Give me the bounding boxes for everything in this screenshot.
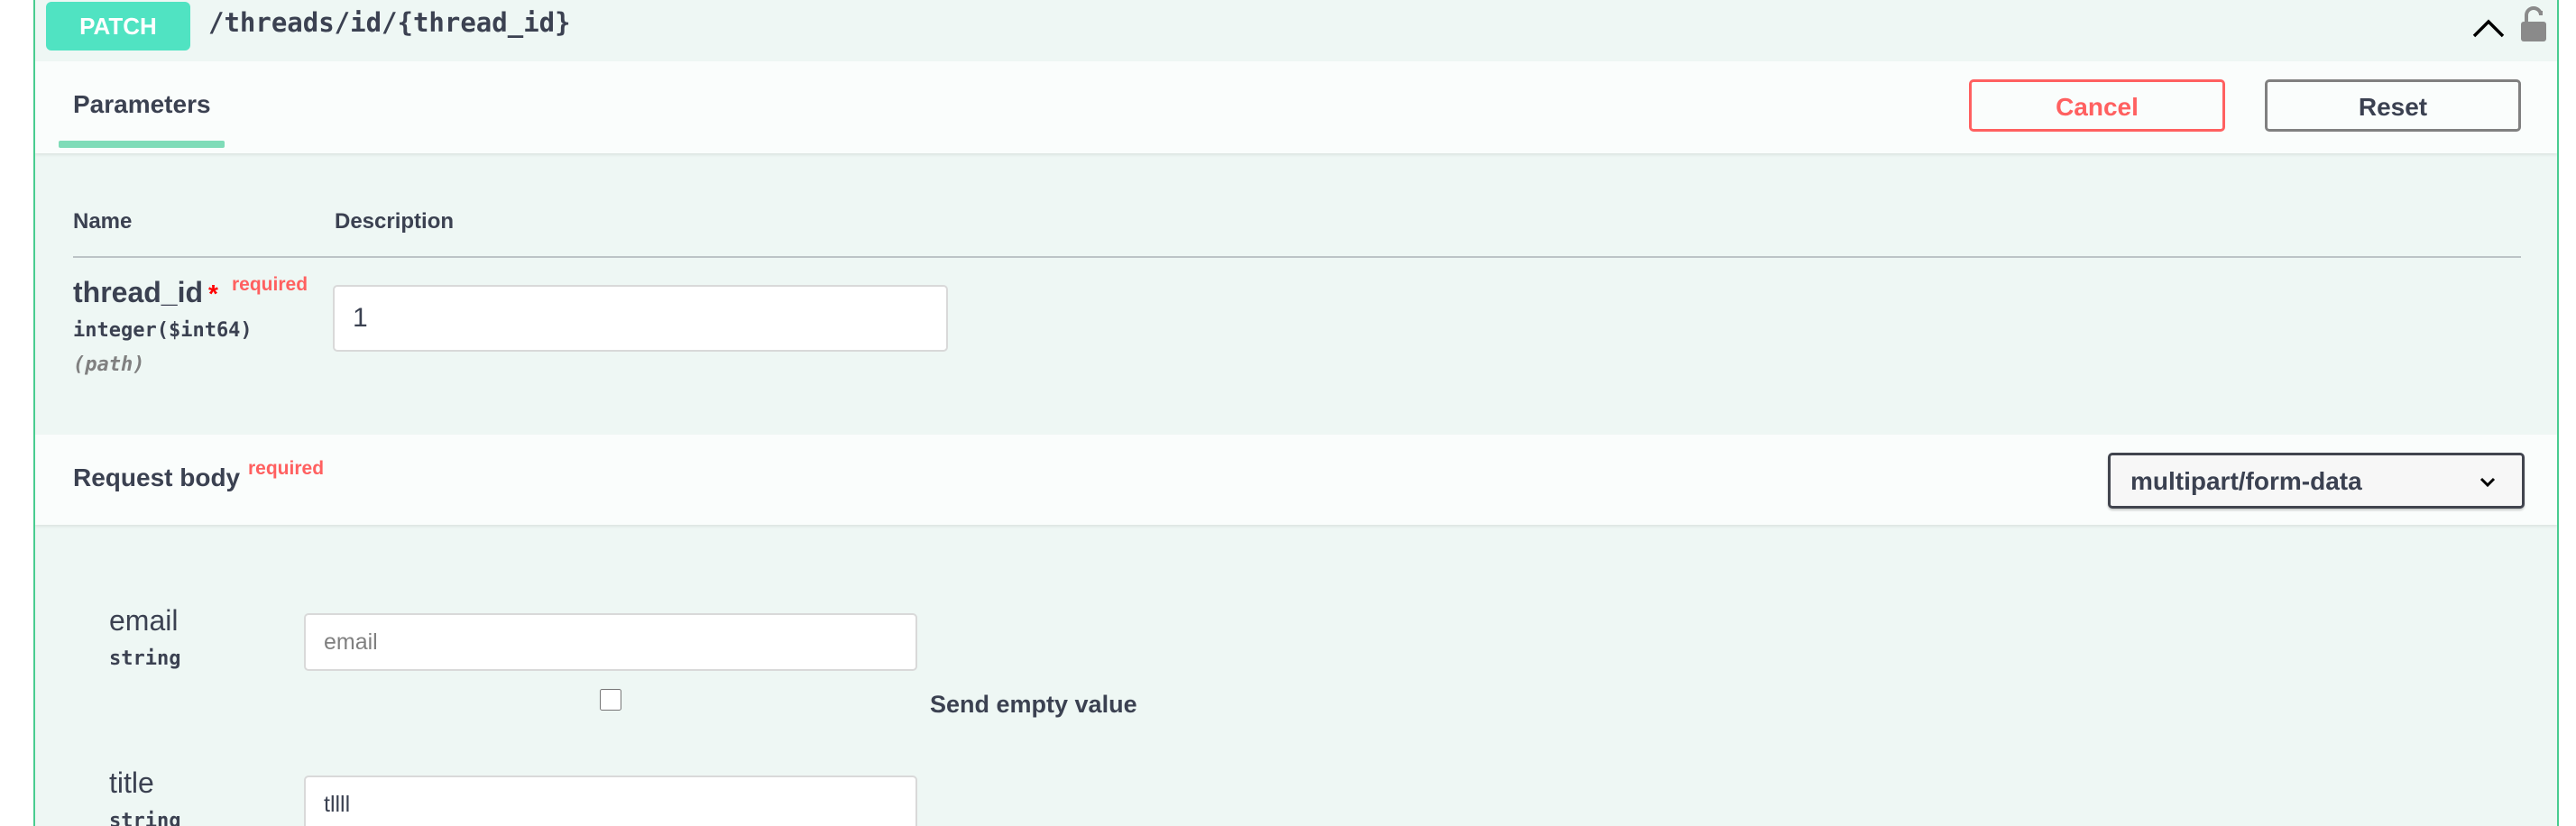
title-field[interactable] [304, 776, 917, 826]
request-body-required-label: required [248, 458, 325, 479]
cancel-button[interactable]: Cancel [1969, 79, 2225, 132]
param-required-label: required [232, 274, 308, 295]
operation-summary[interactable]: PATCH /threads/id/{thread_id} [35, 0, 2557, 63]
param-type: integer($int64) [73, 319, 253, 342]
send-empty-checkbox[interactable] [600, 689, 621, 711]
method-badge: PATCH [46, 2, 190, 50]
reset-button[interactable]: Reset [2265, 79, 2521, 132]
request-body-title: Request body [73, 463, 241, 491]
endpoint-path: /threads/id/{thread_id} [208, 7, 571, 38]
table-divider [73, 256, 2521, 258]
send-empty-label: Send empty value [930, 691, 1137, 718]
field-label-title: title [109, 766, 154, 799]
content-type-select[interactable]: multipart/form-data [2108, 453, 2525, 509]
chevron-down-icon [2479, 477, 2496, 488]
param-location: (path) [73, 353, 145, 376]
tab-active-indicator [59, 141, 225, 148]
param-name: thread_id * [73, 276, 218, 309]
field-label-email: email [109, 604, 179, 637]
lock-open-icon[interactable] [2517, 4, 2550, 43]
field-type-email: string [109, 647, 181, 670]
column-header-description: Description [335, 209, 455, 234]
request-body-header: Request body required multipart/form-dat… [35, 435, 2557, 525]
operation-block: PATCH /threads/id/{thread_id} Parameters… [33, 0, 2559, 826]
parameters-header: Parameters Cancel Reset [35, 61, 2557, 153]
content-type-value: multipart/form-data [2130, 467, 2362, 495]
email-field[interactable] [304, 613, 917, 671]
chevron-up-icon[interactable] [2470, 9, 2507, 45]
param-name-text: thread_id [73, 276, 204, 308]
field-type-title: string [109, 810, 181, 826]
thread-id-input[interactable] [333, 285, 948, 352]
tab-parameters[interactable]: Parameters [73, 90, 211, 119]
required-star: * [208, 280, 218, 307]
column-header-name: Name [73, 209, 133, 234]
